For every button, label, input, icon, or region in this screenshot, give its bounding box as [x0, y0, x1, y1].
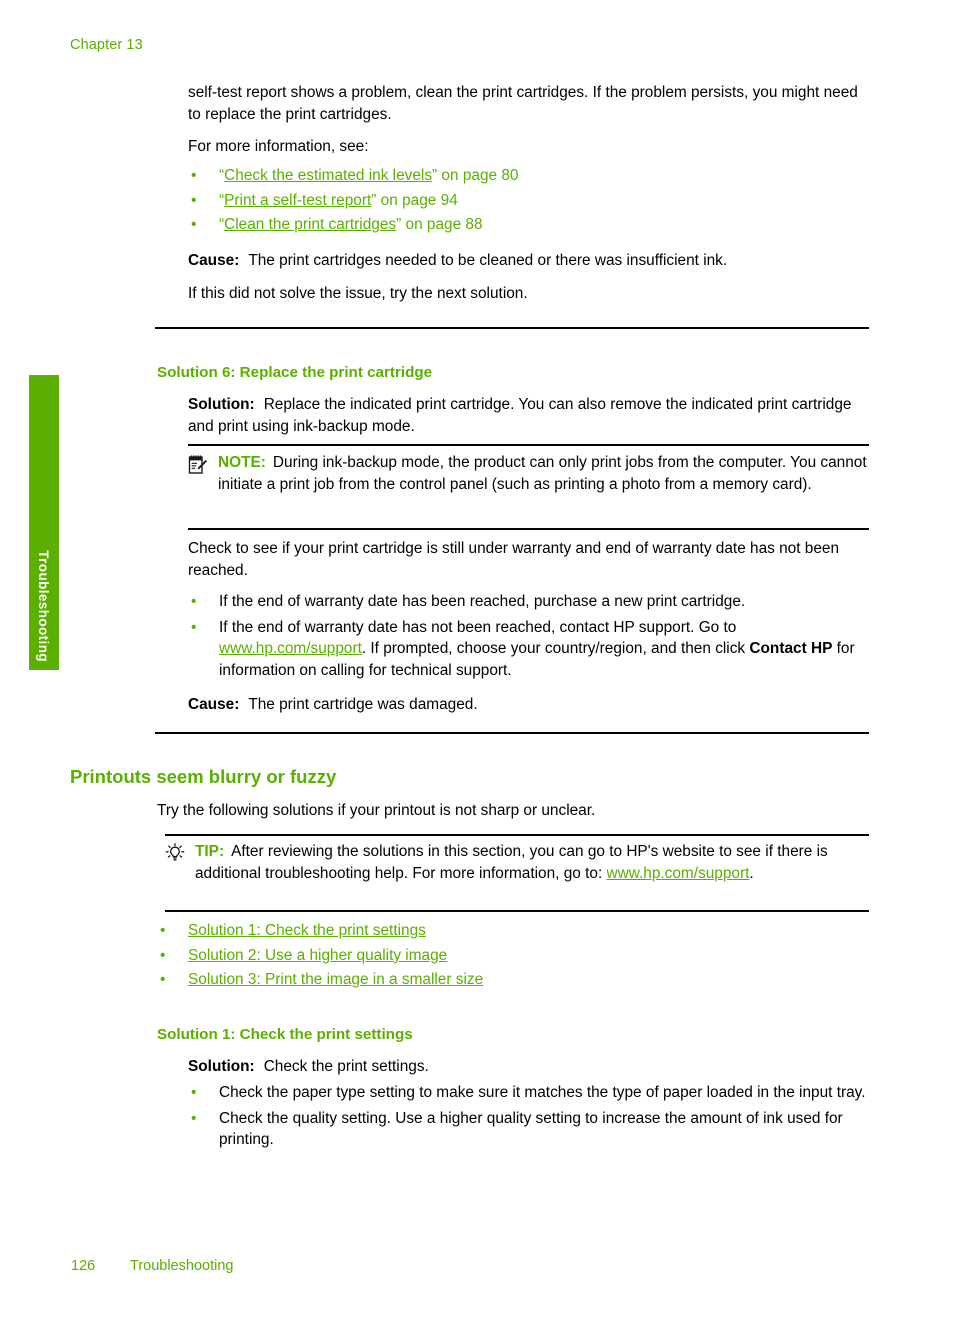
chapter-label: Chapter 13	[70, 37, 143, 53]
contact-hp-bold: Contact HP	[749, 640, 833, 657]
next-solution-text: If this did not solve the issue, try the…	[188, 284, 528, 302]
solution-links-list: • Solution 1: Check the print settings • S…	[157, 920, 869, 994]
cause-text: The print cartridge was damaged.	[248, 696, 478, 713]
solution-label: Solution:	[188, 396, 255, 413]
section-divider	[155, 732, 869, 734]
blurry-intro-text: Try the following solutions if your prin…	[157, 802, 596, 819]
intro-paragraph-2: For more information, see:	[188, 138, 369, 155]
side-tab-troubleshooting: Troubleshooting	[29, 375, 59, 670]
blurry-intro: Try the following solutions if your prin…	[157, 800, 869, 822]
solution-6-heading: Solution 6: Replace the print cartridge	[157, 364, 433, 381]
page-reference: on page 80	[437, 167, 519, 184]
footer-page-number: 126	[71, 1258, 96, 1274]
bullet-glyph: •	[191, 1084, 197, 1101]
solution-6-body: Solution: Replace the indicated print car…	[188, 394, 869, 437]
list-item: • If the end of warranty date has been re…	[188, 591, 869, 613]
see-also-list: • “Check the estimated ink levels” on pag…	[188, 165, 869, 239]
note-body: NOTE: During ink-backup mode, the product…	[218, 452, 869, 495]
list-item[interactable]: • “Check the estimated ink levels” on pag…	[188, 165, 869, 187]
bullet-glyph: •	[191, 216, 197, 233]
solution-1-bullet-2-text: Check the quality setting. Use a higher …	[219, 1109, 843, 1149]
intro-cause-block: Cause: The print cartridges needed to be …	[188, 250, 869, 304]
note-divider-top	[188, 444, 869, 446]
see-also-link[interactable]: “Clean the print cartridges” on page 88	[219, 216, 483, 233]
bullet-glyph: •	[191, 191, 197, 209]
solution-1-heading: Solution 1: Check the print settings	[157, 1026, 413, 1043]
solution-1-bullet-list: • Check the paper type setting to make su…	[188, 1082, 869, 1151]
link-title[interactable]: Clean the print cartridges	[224, 216, 396, 233]
list-item: • Check the paper type setting to make su…	[188, 1082, 869, 1104]
cause-label: Cause:	[188, 252, 240, 269]
warranty-bullet-2-text: If the end of warranty date has not been…	[219, 619, 855, 679]
solution-text: Replace the indicated print cartridge. Y…	[188, 396, 852, 435]
warranty-bullets: • If the end of warranty date has been re…	[188, 591, 869, 681]
side-tab-label: Troubleshooting	[36, 550, 52, 662]
solution-line: Solution: Check the print settings.	[188, 1056, 869, 1078]
link-title[interactable]: Check the estimated ink levels	[224, 167, 432, 184]
solution-link-2[interactable]: Solution 2: Use a higher quality image	[188, 947, 447, 964]
solution-label: Solution:	[188, 1058, 255, 1075]
footer-section-name: Troubleshooting	[130, 1258, 234, 1274]
solution-link-1[interactable]: Solution 1: Check the print settings	[188, 922, 426, 939]
solution-line: Solution: Replace the indicated print car…	[188, 394, 869, 437]
warranty-block: Check to see if your print cartridge is …	[188, 538, 869, 581]
list-item: • Check the quality setting. Use a higher…	[188, 1108, 869, 1151]
bullet-text-part-1: If the end of warranty date has not been…	[219, 618, 737, 636]
note-divider-bottom	[188, 528, 869, 530]
cause-text: The print cartridges needed to be cleane…	[248, 252, 728, 269]
page-reference: on page 88	[401, 216, 483, 233]
note-callout: NOTE: During ink-backup mode, the product…	[188, 452, 869, 495]
tip-keyword: TIP:	[195, 843, 225, 860]
cause-label: Cause:	[188, 696, 240, 713]
hp-support-link[interactable]: www.hp.com/support	[607, 865, 750, 882]
tip-callout: TIP: After reviewing the solutions in thi…	[165, 841, 869, 884]
intro-block: self-test report shows a problem, clean …	[188, 82, 869, 158]
link-title[interactable]: Print a self-test report	[224, 192, 371, 209]
solution-links-bullets: • Solution 1: Check the print settings • S…	[157, 920, 869, 991]
cause-line: Cause: The print cartridge was damaged.	[188, 694, 869, 716]
lightbulb-icon	[165, 843, 187, 865]
list-item[interactable]: • “Clean the print cartridges” on page 88	[188, 214, 869, 236]
intro-paragraph-1: self-test report shows a problem, clean …	[188, 84, 858, 123]
page-reference: on page 94	[376, 191, 458, 209]
cause-line: Cause: The print cartridges needed to be …	[188, 250, 869, 272]
warranty-bullet-1-text: If the end of warranty date has been rea…	[219, 593, 746, 610]
solution-1-body: Solution: Check the print settings.	[188, 1056, 869, 1078]
solution-text: Check the print settings.	[263, 1058, 429, 1075]
tip-text-part-2: .	[749, 864, 754, 882]
solution-1-bullet-1-text: Check the paper type setting to make sur…	[219, 1084, 866, 1101]
bullet-text-part-2: . If prompted, choose your country/regio…	[361, 640, 750, 657]
hp-support-link[interactable]: www.hp.com/support	[219, 640, 362, 657]
bullet-glyph: •	[160, 946, 166, 964]
see-also-link[interactable]: “Print a self-test report” on page 94	[219, 192, 458, 209]
tip-divider-bottom	[165, 910, 869, 912]
list-item[interactable]: • Solution 3: Print the image in a smalle…	[157, 969, 869, 991]
note-keyword: NOTE:	[218, 454, 266, 471]
tip-body: TIP: After reviewing the solutions in thi…	[195, 841, 869, 884]
tip-divider-top	[165, 834, 869, 836]
warranty-text: Check to see if your print cartridge is …	[188, 540, 840, 579]
note-pad-pencil-icon	[188, 454, 210, 476]
bullet-glyph: •	[191, 593, 197, 610]
list-item: • If the end of warranty date has not bee…	[188, 617, 869, 682]
bullet-glyph: •	[160, 922, 166, 939]
bullet-glyph: •	[191, 618, 197, 636]
document-page: Chapter 13 Troubleshooting self-test rep…	[0, 0, 954, 1321]
list-item[interactable]: • Solution 2: Use a higher quality image	[157, 945, 869, 967]
warranty-bullet-list: • If the end of warranty date has been re…	[188, 591, 869, 681]
bullet-glyph: •	[191, 1109, 197, 1127]
list-item[interactable]: • Solution 1: Check the print settings	[157, 920, 869, 942]
section-divider	[155, 327, 869, 329]
see-also-link[interactable]: “Check the estimated ink levels” on page…	[219, 167, 518, 184]
page-title-printouts-blurry: Printouts seem blurry or fuzzy	[70, 766, 337, 787]
bullet-glyph: •	[160, 971, 166, 988]
note-text: During ink-backup mode, the product can …	[218, 454, 867, 493]
see-also-bullets: • “Check the estimated ink levels” on pag…	[188, 165, 869, 236]
bullet-glyph: •	[191, 167, 197, 184]
solution-link-3[interactable]: Solution 3: Print the image in a smaller…	[188, 971, 483, 988]
solution-1-bullets: • Check the paper type setting to make su…	[188, 1082, 869, 1151]
solution-6-cause: Cause: The print cartridge was damaged.	[188, 694, 869, 716]
list-item[interactable]: • “Print a self-test report” on page 94	[188, 190, 869, 212]
